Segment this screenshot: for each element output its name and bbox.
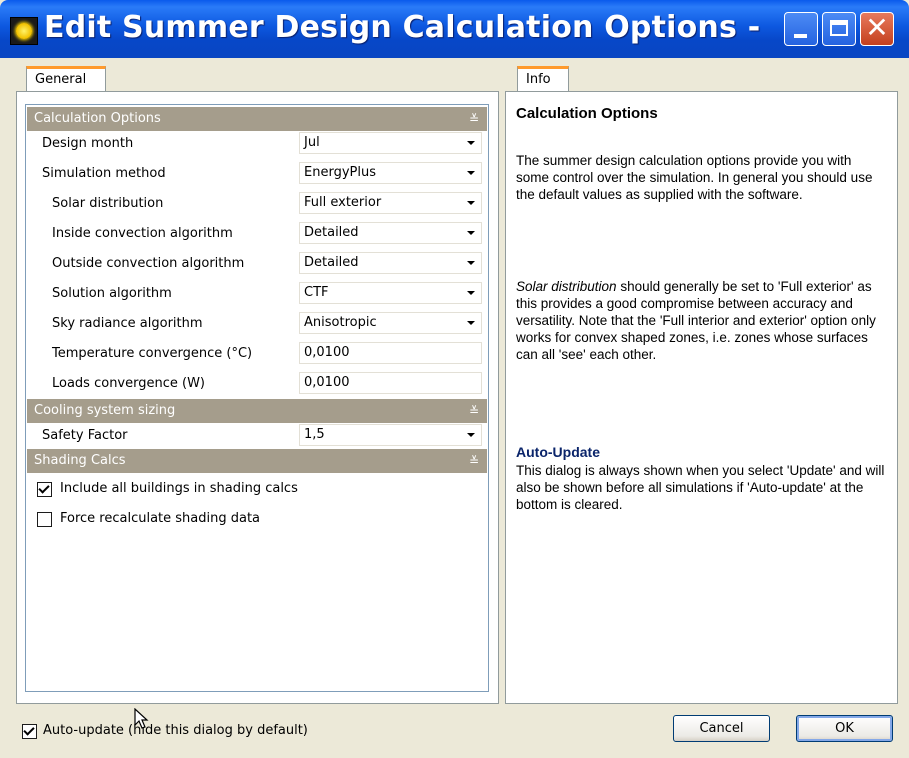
dropdown-arrow-icon[interactable]: [467, 141, 475, 145]
simulation-method-select[interactable]: EnergyPlus: [299, 162, 482, 184]
section-title: Shading Calcs: [34, 453, 126, 468]
row-label: Loads convergence (W): [52, 376, 206, 391]
design-month-select[interactable]: Jul: [299, 132, 482, 154]
options-grid: Calculation Options ≚ Design month Jul S…: [25, 104, 489, 692]
row-label: Sky radiance algorithm: [52, 316, 203, 331]
dropdown-arrow-icon[interactable]: [467, 201, 475, 205]
inside-convection-select[interactable]: Detailed: [299, 222, 482, 244]
select-value: 1,5: [304, 427, 325, 442]
checkbox-label: Force recalculate shading data: [60, 511, 261, 526]
title-bar[interactable]: Edit Summer Design Calculation Options -…: [0, 0, 909, 58]
maximize-icon: [830, 20, 848, 36]
double-chevron-up-icon[interactable]: ≚: [469, 449, 479, 473]
force-recalculate-checkbox[interactable]: [37, 512, 52, 527]
loads-convergence-input[interactable]: 0,0100: [299, 372, 482, 394]
section-calculation-options[interactable]: Calculation Options ≚: [27, 107, 487, 131]
row-label: Design month: [42, 136, 134, 151]
maximize-button[interactable]: [822, 12, 856, 46]
info-heading: Calculation Options: [516, 105, 658, 122]
info-paragraph-solar: Solar distribution should generally be s…: [516, 278, 886, 363]
info-subheading: Auto-Update: [516, 444, 600, 460]
select-value: Anisotropic: [304, 315, 377, 330]
safety-factor-select[interactable]: 1,5: [299, 424, 482, 446]
row-label: Simulation method: [42, 166, 166, 181]
sun-icon[interactable]: [10, 17, 38, 45]
double-chevron-up-icon[interactable]: ≚: [469, 399, 479, 423]
double-chevron-up-icon[interactable]: ≚: [469, 107, 479, 131]
row-label: Safety Factor: [42, 428, 128, 443]
minimize-icon: [794, 34, 807, 38]
dropdown-arrow-icon[interactable]: [467, 171, 475, 175]
close-button[interactable]: ✕: [860, 12, 894, 46]
dropdown-arrow-icon[interactable]: [467, 231, 475, 235]
tab-general[interactable]: General: [26, 66, 106, 91]
dropdown-arrow-icon[interactable]: [467, 291, 475, 295]
include-buildings-checkbox[interactable]: [37, 482, 52, 497]
select-value: Full exterior: [304, 195, 382, 210]
info-paragraph: The summer design calculation options pr…: [516, 153, 873, 202]
row-label: Temperature convergence (°C): [52, 346, 253, 361]
row-label: Inside convection algorithm: [52, 226, 233, 241]
section-cooling-system-sizing[interactable]: Cooling system sizing ≚: [27, 399, 487, 423]
select-value: EnergyPlus: [304, 165, 376, 180]
outside-convection-select[interactable]: Detailed: [299, 252, 482, 274]
cancel-button[interactable]: Cancel: [673, 715, 770, 742]
dropdown-arrow-icon[interactable]: [467, 433, 475, 437]
checkbox-label: Include all buildings in shading calcs: [60, 481, 298, 496]
row-label: Outside convection algorithm: [52, 256, 245, 271]
window-title: Edit Summer Design Calculation Options -: [44, 10, 761, 45]
info-paragraph-update: This dialog is always shown when you sel…: [516, 463, 885, 512]
close-icon: ✕: [865, 11, 889, 44]
info-emphasis: Solar distribution: [516, 279, 617, 294]
section-title: Calculation Options: [34, 111, 161, 126]
select-value: Detailed: [304, 255, 359, 270]
general-panel: Calculation Options ≚ Design month Jul S…: [16, 91, 499, 704]
select-value: CTF: [304, 285, 329, 300]
dropdown-arrow-icon[interactable]: [467, 261, 475, 265]
select-value: Detailed: [304, 225, 359, 240]
dropdown-arrow-icon[interactable]: [467, 321, 475, 325]
section-title: Cooling system sizing: [34, 403, 176, 418]
temperature-convergence-input[interactable]: 0,0100: [299, 342, 482, 364]
info-panel: Calculation Options The summer design ca…: [505, 91, 898, 704]
mouse-cursor-icon: [134, 708, 149, 729]
section-shading-calcs[interactable]: Shading Calcs ≚: [27, 449, 487, 473]
row-label: Solar distribution: [52, 196, 164, 211]
solar-distribution-select[interactable]: Full exterior: [299, 192, 482, 214]
auto-update-label: Auto-update (hide this dialog by default…: [43, 723, 308, 738]
auto-update-checkbox[interactable]: [22, 724, 37, 739]
minimize-button[interactable]: [784, 12, 818, 46]
ok-button[interactable]: OK: [796, 715, 893, 742]
sky-radiance-select[interactable]: Anisotropic: [299, 312, 482, 334]
solution-algorithm-select[interactable]: CTF: [299, 282, 482, 304]
tab-info[interactable]: Info: [517, 66, 569, 91]
select-value: Jul: [304, 135, 320, 150]
row-label: Solution algorithm: [52, 286, 172, 301]
